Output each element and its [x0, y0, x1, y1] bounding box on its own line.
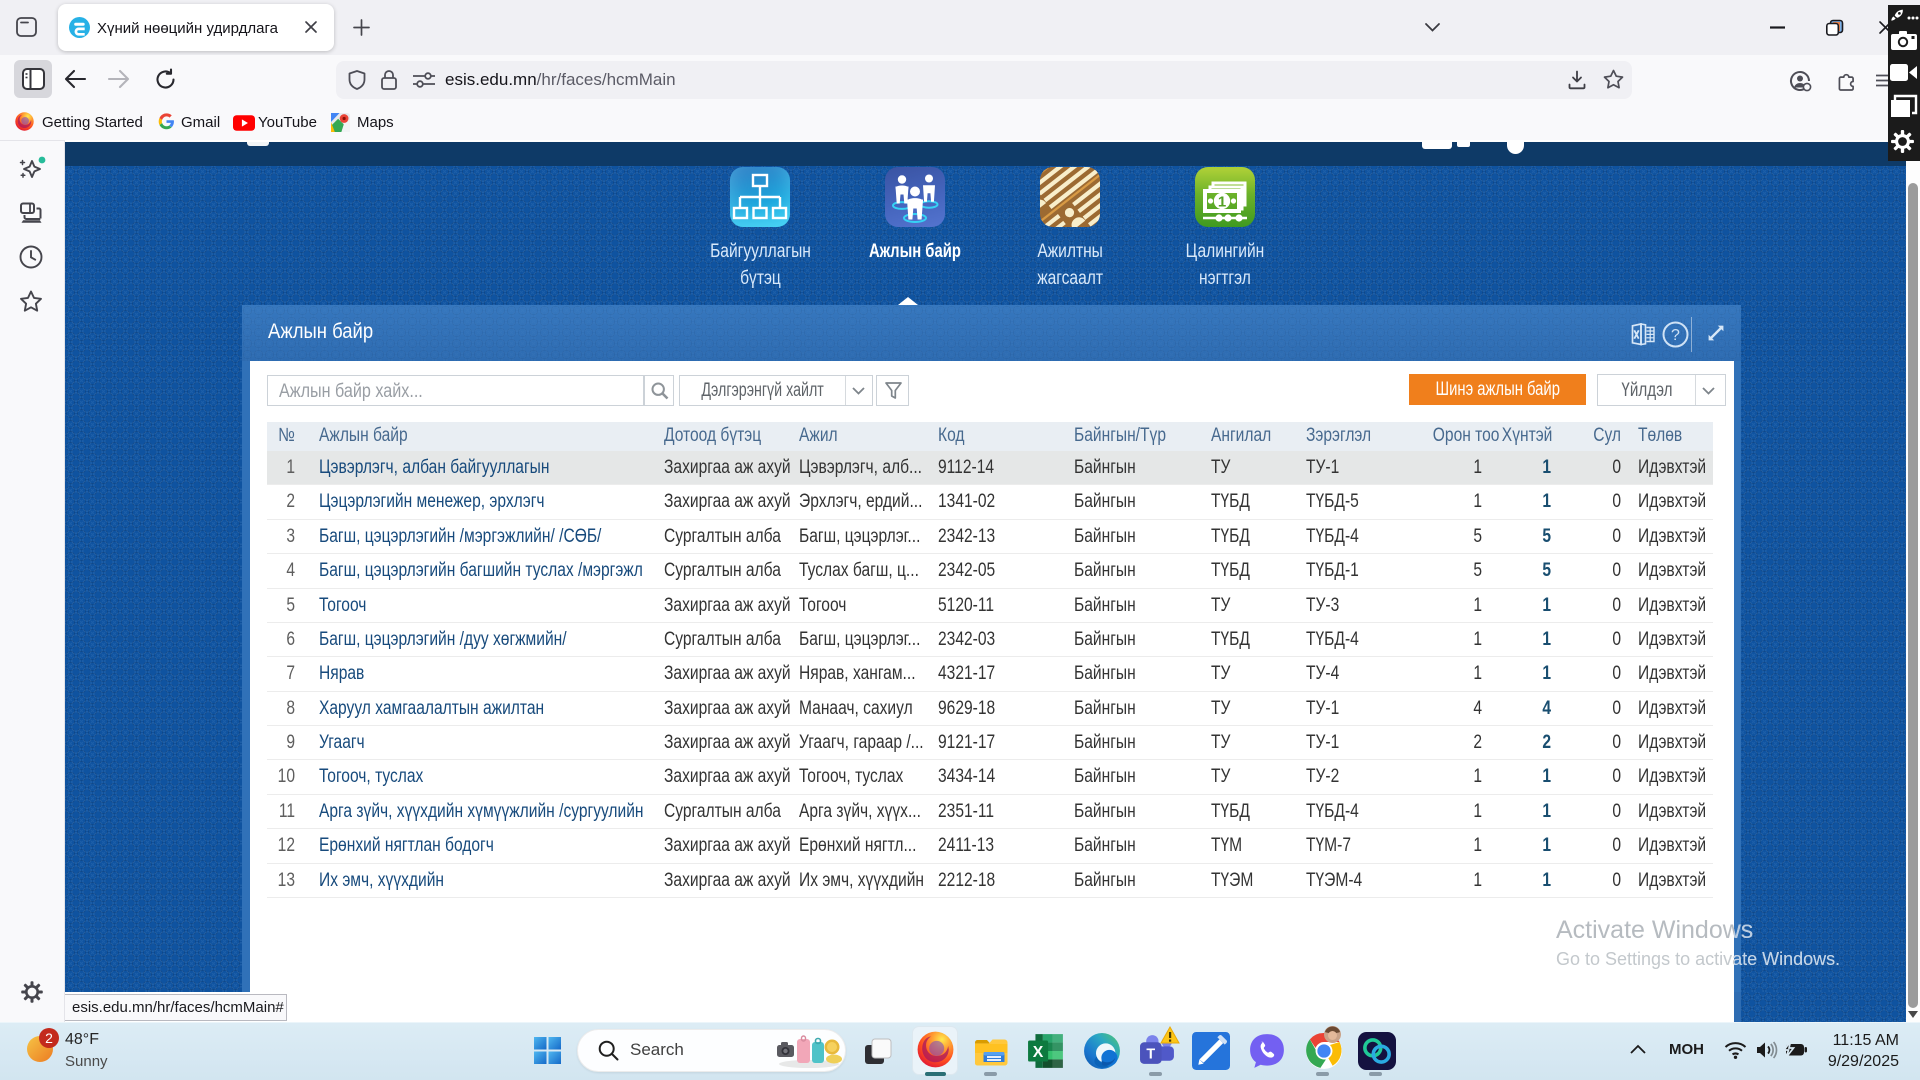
- svg-text:2: 2: [45, 1030, 53, 1046]
- svg-text:T: T: [1146, 1047, 1155, 1063]
- svg-text:1: 1: [1218, 194, 1226, 211]
- svg-text:?: ?: [1671, 327, 1680, 344]
- svg-text:X: X: [1033, 1044, 1044, 1061]
